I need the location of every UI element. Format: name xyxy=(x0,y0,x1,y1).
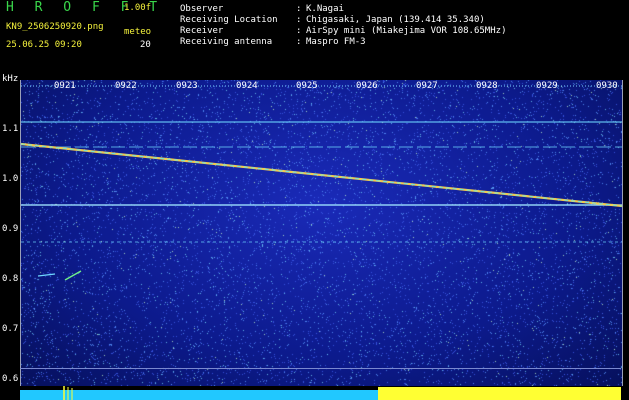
signal-level-yellow xyxy=(378,387,621,400)
info-label-receiver: Receiver xyxy=(180,26,224,36)
meteor-ping xyxy=(37,273,56,277)
file-name: KN9_2506250920.png xyxy=(6,22,104,32)
time-tick-label: 0925 xyxy=(296,81,318,91)
time-tick-label: 0929 xyxy=(536,81,558,91)
y-tick-label: 1.0 xyxy=(2,174,19,184)
time-tick-label: 0924 xyxy=(236,81,258,91)
info-label-observer: Observer xyxy=(180,4,224,14)
y-tick-label: 0.7 xyxy=(2,324,19,334)
spectrogram-overlay xyxy=(21,85,622,281)
time-tick-label: 0923 xyxy=(176,81,198,91)
info-label-antenna: Receiving antenna xyxy=(180,37,273,47)
y-tick-label: 0.9 xyxy=(2,224,19,234)
info-value-location: Chigasaki, Japan (139.414 35.340) xyxy=(306,15,485,25)
info-colon: : xyxy=(296,26,302,36)
meteor-ping xyxy=(64,270,82,281)
y-tick-label: 1.1 xyxy=(2,124,19,134)
time-tick-label: 0926 xyxy=(356,81,378,91)
hrofft-window: H R O F F T 1.00f KN9_2506250920.png 25.… xyxy=(0,0,629,400)
info-label-location: Receiving Location xyxy=(180,15,278,25)
time-tick-label: 0930 xyxy=(596,81,618,91)
info-value-receiver: AirSpy mini (Miakejima VOR 108.65MHz) xyxy=(306,26,507,36)
time-tick-label: 0928 xyxy=(476,81,498,91)
lower-baseline xyxy=(20,368,621,369)
signal-level-cyan xyxy=(20,390,378,400)
signal-level-bar xyxy=(20,386,621,400)
info-value-observer: K.Nagai xyxy=(306,4,344,14)
time-tick-label: 0927 xyxy=(416,81,438,91)
datetime: 25.06.25 09:20 xyxy=(6,40,82,50)
y-tick-label: 0.8 xyxy=(2,274,19,284)
info-value-antenna: Maspro FM-3 xyxy=(306,37,366,47)
meteo-label: meteo xyxy=(124,27,152,37)
time-tick-label: 0922 xyxy=(115,81,137,91)
y-tick-label: 0.6 xyxy=(2,374,19,384)
info-colon: : xyxy=(296,4,302,14)
time-tick-label: 0921 xyxy=(54,81,76,91)
version-label: 1.00f xyxy=(124,3,152,13)
info-colon: : xyxy=(296,15,302,25)
info-colon: : xyxy=(296,37,302,47)
meteo-count: 20 xyxy=(140,40,151,50)
spectrogram-panel xyxy=(20,80,623,386)
khz-unit-label: kHz xyxy=(2,74,19,84)
